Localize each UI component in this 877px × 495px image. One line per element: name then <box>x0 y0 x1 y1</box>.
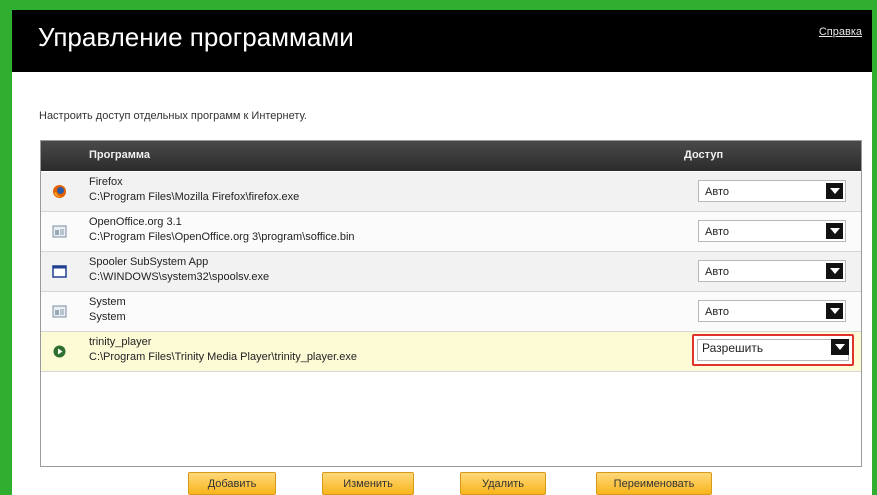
access-select[interactable]: Авто <box>698 260 846 282</box>
add-button[interactable]: Добавить <box>188 472 276 495</box>
edit-button[interactable]: Изменить <box>322 472 414 495</box>
table-row-selected[interactable]: trinity_player C:\Program Files\Trinity … <box>41 332 861 372</box>
program-name: Firefox <box>89 176 123 188</box>
play-icon <box>52 344 67 359</box>
delete-button[interactable]: Удалить <box>460 472 546 495</box>
firefox-icon <box>52 184 67 199</box>
chevron-down-icon[interactable] <box>826 303 843 319</box>
table-row[interactable]: Spooler SubSystem App C:\WINDOWS\system3… <box>41 252 861 292</box>
page-title: Управление программами <box>38 22 354 52</box>
table-row[interactable]: Firefox C:\Program Files\Mozilla Firefox… <box>41 172 861 212</box>
column-header-access: Доступ <box>684 149 724 161</box>
window-icon <box>52 264 67 279</box>
program-path: System <box>89 311 126 323</box>
program-path: C:\WINDOWS\system32\spoolsv.exe <box>89 271 270 283</box>
program-name: OpenOffice.org 3.1 <box>89 216 182 228</box>
program-path: C:\Program Files\OpenOffice.org 3\progra… <box>89 231 355 243</box>
programs-table: Программа Доступ Firefox C:\Program File… <box>40 140 862 467</box>
access-select-value: Авто <box>705 306 729 318</box>
access-select-value: Авто <box>705 186 729 198</box>
access-select-value: Разрешить <box>702 341 764 355</box>
rename-button[interactable]: Переименовать <box>596 472 712 495</box>
program-path: C:\Program Files\Mozilla Firefox\firefox… <box>89 191 300 203</box>
description-text: Настроить доступ отдельных программ к Ин… <box>39 110 307 122</box>
chevron-down-icon[interactable] <box>831 339 849 355</box>
program-name: trinity_player <box>89 336 152 348</box>
header-bar: Управление программами Справка <box>12 10 872 72</box>
table-row[interactable]: OpenOffice.org 3.1 C:\Program Files\Open… <box>41 212 861 252</box>
access-select-value: Авто <box>705 266 729 278</box>
program-control-window: Управление программами Справка Настроить… <box>12 10 872 495</box>
program-name: System <box>89 296 126 308</box>
table-header: Программа Доступ <box>41 141 861 171</box>
chevron-down-icon[interactable] <box>826 183 843 199</box>
chevron-down-icon[interactable] <box>826 263 843 279</box>
action-buttons: Добавить Изменить Удалить Переименовать <box>12 470 872 495</box>
access-select[interactable]: Авто <box>698 180 846 202</box>
chevron-down-icon[interactable] <box>826 223 843 239</box>
access-select-value: Авто <box>705 226 729 238</box>
program-name: Spooler SubSystem App <box>89 256 209 268</box>
access-select[interactable]: Авто <box>698 220 846 242</box>
table-row[interactable]: System System Авто <box>41 292 861 332</box>
column-header-program: Программа <box>89 149 151 161</box>
help-link[interactable]: Справка <box>819 26 862 38</box>
app-window-icon <box>52 304 67 319</box>
access-select[interactable]: Разрешить <box>692 334 854 366</box>
access-select[interactable]: Авто <box>698 300 846 322</box>
program-path: C:\Program Files\Trinity Media Player\tr… <box>89 351 357 363</box>
app-window-icon <box>52 224 67 239</box>
